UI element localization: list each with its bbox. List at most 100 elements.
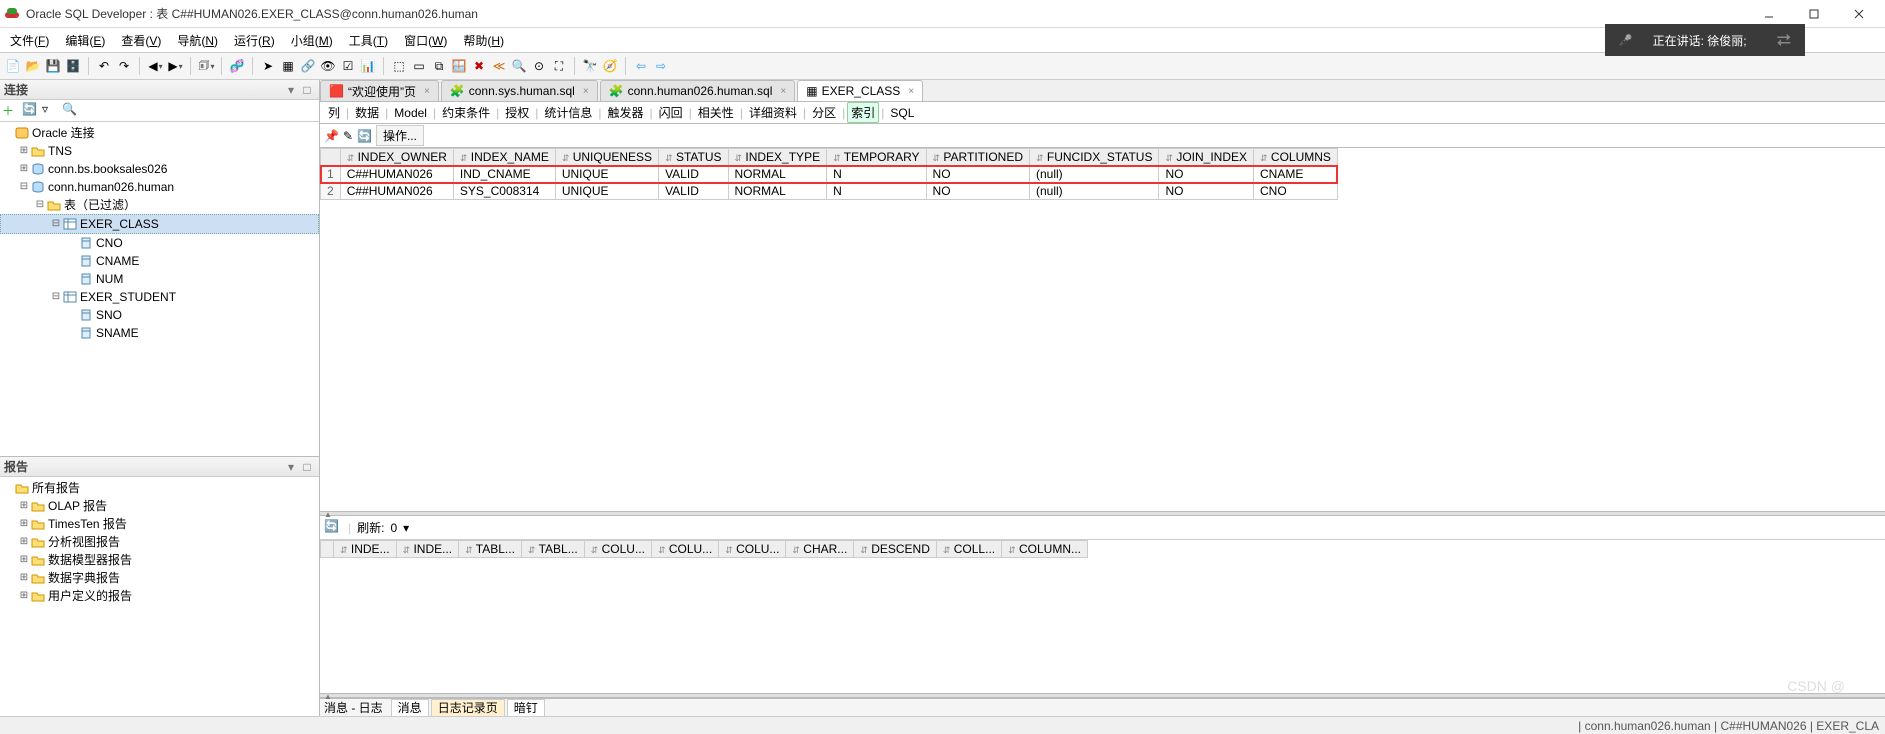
subtab-统计信息[interactable]: 统计信息 — [540, 102, 596, 123]
tree-twisty-icon[interactable]: ⊞ — [18, 160, 30, 178]
tree-node[interactable]: ⊞ OLAP 报告 — [0, 497, 319, 515]
task-icon[interactable]: ☑ — [339, 57, 357, 75]
redo-icon[interactable]: ↷ — [115, 57, 133, 75]
save-icon[interactable]: 💾 — [44, 57, 62, 75]
grid-icon[interactable]: ▦ — [279, 57, 297, 75]
panel-min2-icon[interactable]: ▾ — [283, 460, 299, 474]
doc-tab[interactable]: 🧩 conn.sys.human.sql × — [441, 80, 598, 101]
detail-col-header[interactable]: ⇵ COLU... — [651, 541, 718, 558]
tree-node[interactable]: CNO — [0, 234, 319, 252]
subtab-约束条件[interactable]: 约束条件 — [438, 102, 494, 123]
tree-node[interactable]: ⊞ 用户定义的报告 — [0, 587, 319, 605]
edit-icon[interactable]: ✎ — [343, 129, 353, 143]
menu-h[interactable]: 帮助(H) — [455, 30, 512, 51]
table-row[interactable]: 1 C##HUMAN026IND_CNAMEUNIQUEVALIDNORMALN… — [321, 166, 1338, 183]
filter-icon[interactable]: ▿ — [42, 102, 60, 120]
col-header[interactable]: ⇵ INDEX_OWNER — [340, 149, 453, 166]
tree-twisty-icon[interactable]: ⊞ — [18, 497, 30, 515]
cursor-icon[interactable]: ➤ — [259, 57, 277, 75]
panel-restore-icon[interactable]: □ — [299, 83, 315, 97]
tree-node[interactable]: ⊞ TimesTen 报告 — [0, 515, 319, 533]
refresh-icon[interactable]: 🔄 — [22, 102, 40, 120]
subtab-数据[interactable]: 数据 — [351, 102, 383, 123]
tree-node[interactable]: ⊞ 分析视图报告 — [0, 533, 319, 551]
tree-node[interactable]: ⊞ TNS — [0, 142, 319, 160]
tree-node[interactable]: 所有报告 — [0, 479, 319, 497]
close-tab-icon[interactable]: × — [583, 86, 589, 97]
menu-n[interactable]: 导航(N) — [169, 30, 226, 51]
tree-node[interactable]: ⊟ 表（已过滤） — [0, 196, 319, 214]
col-header[interactable]: ⇵ INDEX_TYPE — [728, 149, 827, 166]
delete-red-icon[interactable]: ✖ — [470, 57, 488, 75]
goto-icon[interactable]: 🧭 — [601, 57, 619, 75]
col-header[interactable]: ⇵ INDEX_NAME — [453, 149, 555, 166]
save-all-icon[interactable]: 🗄️ — [64, 57, 82, 75]
sql-worksheet-icon[interactable]: 🗊 — [197, 57, 215, 75]
subtab-分区[interactable]: 分区 — [808, 102, 840, 123]
tree-twisty-icon[interactable]: ⊞ — [18, 551, 30, 569]
index-grid[interactable]: ⇵ INDEX_OWNER⇵ INDEX_NAME⇵ UNIQUENESS⇵ S… — [320, 148, 1885, 511]
tree-twisty-icon[interactable]: ⊞ — [18, 533, 30, 551]
subtab-详细资料[interactable]: 详细资料 — [745, 102, 801, 123]
detail-col-header[interactable]: ⇵ INDE... — [396, 541, 459, 558]
tree-node[interactable]: SNO — [0, 306, 319, 324]
tree-twisty-icon[interactable]: ⊟ — [50, 215, 62, 233]
arrow-right-icon[interactable]: ⇨ — [652, 57, 670, 75]
detail-refresh-icon[interactable]: 🔄 — [324, 519, 342, 537]
tree-twisty-icon[interactable]: ⊞ — [18, 569, 30, 587]
table-row[interactable]: 2 C##HUMAN026SYS_C008314UNIQUEVALIDNORMA… — [321, 183, 1338, 200]
close-button[interactable] — [1836, 0, 1881, 28]
menu-m[interactable]: 小组(M) — [283, 30, 341, 51]
zoom-in-icon[interactable]: 🔍 — [510, 57, 528, 75]
horizontal-splitter-2[interactable] — [320, 693, 1885, 698]
undo-icon[interactable]: ↶ — [95, 57, 113, 75]
col-header[interactable]: ⇵ STATUS — [659, 149, 728, 166]
subtab-SQL[interactable]: SQL — [886, 104, 918, 122]
tree-node[interactable]: ⊞ 数据模型器报告 — [0, 551, 319, 569]
col-header[interactable]: ⇵ UNIQUENESS — [555, 149, 658, 166]
tree-twisty-icon[interactable]: ⊞ — [18, 515, 30, 533]
detail-col-header[interactable]: ⇵ CHAR... — [786, 541, 854, 558]
col-header[interactable]: ⇵ JOIN_INDEX — [1159, 149, 1254, 166]
refresh-dropdown-icon[interactable]: ▾ — [403, 521, 409, 535]
pin-icon[interactable]: 📌 — [324, 129, 339, 143]
tree-node[interactable]: CNAME — [0, 252, 319, 270]
tree-node[interactable]: ⊞ 数据字典报告 — [0, 569, 319, 587]
subtab-索引[interactable]: 索引 — [847, 102, 879, 123]
add-conn-icon[interactable]: ＋ — [2, 102, 20, 120]
tree-node[interactable]: SNAME — [0, 324, 319, 342]
panel-min-icon[interactable]: ▾ — [283, 83, 299, 97]
subtab-触发器[interactable]: 触发器 — [604, 102, 648, 123]
connections-tree[interactable]: Oracle 连接 ⊞ TNS ⊞ conn.bs.booksales026 ⊟… — [0, 122, 319, 456]
report-icon[interactable]: 📊 — [359, 57, 377, 75]
relation-icon[interactable]: 🔗 — [299, 57, 317, 75]
dba-icon[interactable]: 🧬 — [228, 57, 246, 75]
menu-v[interactable]: 查看(V) — [113, 30, 169, 51]
msg-tab[interactable]: 暗钉 — [507, 699, 545, 717]
tree-twisty-icon[interactable]: ⊞ — [18, 587, 30, 605]
actions-button[interactable]: 操作... — [376, 125, 424, 146]
col-header[interactable]: ⇵ PARTITIONED — [926, 149, 1029, 166]
menu-t[interactable]: 工具(T) — [341, 30, 396, 51]
new-icon[interactable]: 📄 — [4, 57, 22, 75]
col-header[interactable]: ⇵ COLUMNS — [1254, 149, 1338, 166]
tree-node[interactable]: NUM — [0, 270, 319, 288]
menu-e[interactable]: 编辑(E) — [57, 30, 113, 51]
detail-col-header[interactable]: ⇵ COLL... — [936, 541, 1001, 558]
tree-node[interactable]: ⊟ EXER_STUDENT — [0, 288, 319, 306]
doc-tab[interactable]: 🟥 “欢迎使用”页 × — [320, 80, 439, 101]
tree-twisty-icon[interactable]: ⊟ — [34, 196, 46, 214]
detail-col-header[interactable]: ⇵ INDE... — [334, 541, 397, 558]
close-tab-icon[interactable]: × — [424, 86, 430, 97]
binoculars-icon[interactable]: 🔭 — [581, 57, 599, 75]
window-icon[interactable]: 🪟 — [450, 57, 468, 75]
doc-tab[interactable]: ▦ EXER_CLASS × — [797, 80, 923, 101]
nav-fwd-icon[interactable]: ▶ — [166, 57, 184, 75]
tree-twisty-icon[interactable]: ⊟ — [18, 178, 30, 196]
detail-col-header[interactable]: ⇵ COLUMN... — [1002, 541, 1088, 558]
rect-icon[interactable]: ▭ — [410, 57, 428, 75]
detail-col-header[interactable]: ⇵ TABL... — [521, 541, 584, 558]
subtab-相关性[interactable]: 相关性 — [694, 102, 738, 123]
tree-node[interactable]: ⊞ conn.bs.booksales026 — [0, 160, 319, 178]
menu-r[interactable]: 运行(R) — [226, 30, 283, 51]
